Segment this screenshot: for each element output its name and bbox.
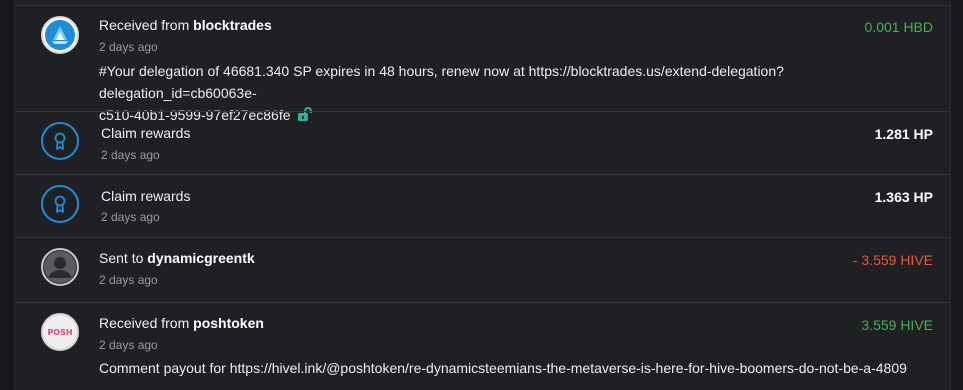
transaction-item: Sent to dynamicgreentk 2 days ago - 3.55… xyxy=(15,238,950,302)
transaction-amount: - 3.559 HIVE xyxy=(852,252,933,268)
award-icon xyxy=(54,195,66,213)
transaction-amount: 3.559 HIVE xyxy=(861,317,933,333)
memo-line: #Your delegation of 46681.340 SP expires… xyxy=(99,63,784,101)
counterparty-link[interactable]: poshtoken xyxy=(193,315,264,331)
user-avatar-icon xyxy=(44,251,76,283)
counterparty-link[interactable]: dynamicgreentk xyxy=(147,250,254,266)
claim-rewards-avatar xyxy=(41,122,79,160)
transaction-amount: 0.001 HBD xyxy=(864,19,933,35)
transaction-amount: 1.281 HP xyxy=(874,126,933,142)
transaction-amount: 1.363 HP xyxy=(874,189,933,205)
award-icon xyxy=(54,132,66,150)
transaction-time: 2 days ago xyxy=(99,40,158,54)
transaction-item: Claim rewards 2 days ago 1.281 HP xyxy=(15,112,950,174)
transaction-title: Claim rewards xyxy=(101,188,191,204)
transaction-time: 2 days ago xyxy=(101,148,160,162)
claim-rewards-avatar xyxy=(41,185,79,223)
transaction-item: Received from blocktrades 2 days ago #Yo… xyxy=(15,6,950,123)
transaction-title: Sent to dynamicgreentk xyxy=(99,250,255,266)
transaction-time: 2 days ago xyxy=(101,210,160,224)
blocktrades-logo-icon xyxy=(45,20,75,50)
transaction-history-panel: Received from blocktrades 2 days ago #Yo… xyxy=(14,0,951,390)
transaction-item: Claim rewards 2 days ago 1.363 HP xyxy=(15,175,950,237)
transaction-title: Received from blocktrades xyxy=(99,17,272,33)
transaction-title: Claim rewards xyxy=(101,125,191,141)
transaction-title: Received from poshtoken xyxy=(99,315,264,331)
transaction-time: 2 days ago xyxy=(99,273,158,287)
posh-logo-icon: POSH xyxy=(44,316,76,348)
dynamicgreentk-avatar[interactable] xyxy=(41,248,79,286)
blocktrades-avatar[interactable] xyxy=(41,16,79,54)
transaction-action: Sent to xyxy=(99,250,144,266)
poshtoken-avatar[interactable]: POSH xyxy=(41,313,79,351)
posh-logo-text: POSH xyxy=(47,328,72,337)
transaction-time: 2 days ago xyxy=(99,338,158,352)
transaction-item: POSH Received from poshtoken 2 days ago … xyxy=(15,303,950,390)
transaction-action: Received from xyxy=(99,315,190,331)
counterparty-link[interactable]: blocktrades xyxy=(193,17,272,33)
transaction-memo: Comment payout for https://hivel.ink/@po… xyxy=(99,360,907,376)
transaction-action: Received from xyxy=(99,17,190,33)
